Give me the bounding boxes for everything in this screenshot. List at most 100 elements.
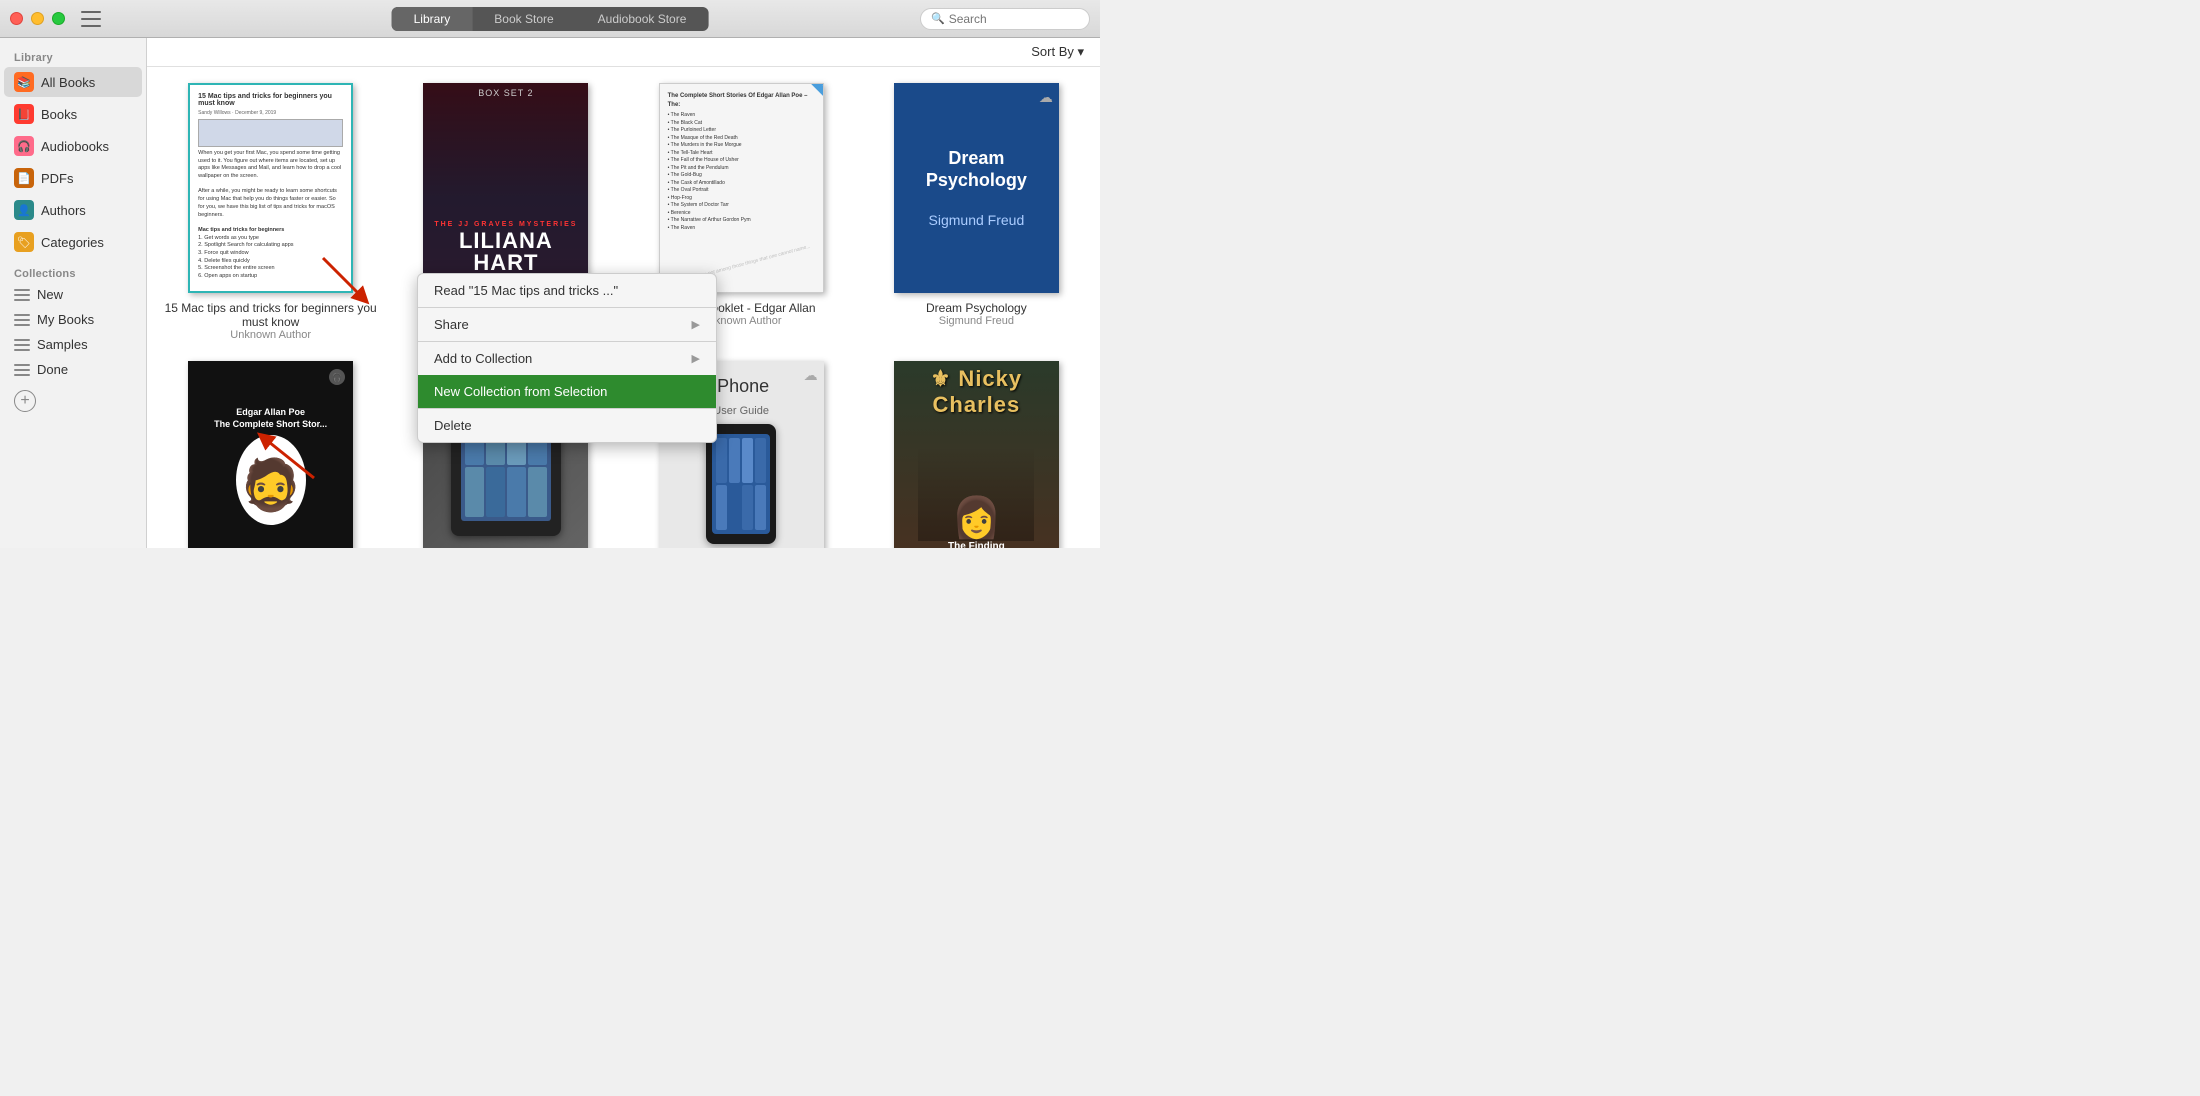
add-collection-chevron-icon: ▶ [692, 352, 700, 365]
book-cover-dream: ☁ DreamPsychology Sigmund Freud [894, 83, 1059, 293]
app-body: Library 📚 All Books 📕 Books 🎧 Audiobooks… [0, 38, 1100, 548]
dream-book-title: DreamPsychology [926, 148, 1027, 191]
iphone-screen [712, 434, 770, 534]
search-input[interactable] [949, 12, 1079, 26]
nicky-subtitle: The Finding [938, 541, 1016, 548]
maximize-button[interactable] [52, 12, 65, 25]
menu-icon[interactable] [81, 11, 101, 27]
headphone-badge: 🎧 [329, 369, 345, 385]
tab-audiobook[interactable]: Audiobook Store [576, 7, 709, 31]
sidebar-item-all-books[interactable]: 📚 All Books [4, 67, 142, 97]
book-author-dream: Sigmund Freud [939, 315, 1014, 327]
screenshot-placeholder [198, 119, 343, 147]
book-meta: Sandy Willows · December 9, 2019 [198, 110, 343, 116]
context-menu: Read "15 Mac tips and tricks ..." Share … [417, 273, 717, 443]
context-menu-share-label: Share [434, 317, 469, 332]
search-icon: 🔍 [931, 12, 945, 25]
sidebar-label-categories: Categories [41, 235, 104, 250]
categories-icon: 🏷 [14, 232, 34, 252]
collection-new[interactable]: New [4, 283, 142, 306]
new-badge: New [763, 84, 823, 144]
book-item-mac-tips[interactable]: 15 Mac tips and tricks for beginners you… [163, 83, 378, 341]
search-box[interactable]: 🔍 [920, 8, 1090, 30]
book-cover-jj: BOX SET 2 THE JJ GRAVES MYSTERIES LILIAN… [423, 83, 588, 293]
collection-done[interactable]: Done [4, 358, 142, 381]
context-menu-add-label: Add to Collection [434, 351, 532, 366]
tab-bookstore[interactable]: Book Store [472, 7, 575, 31]
audiobooks-icon: 🎧 [14, 136, 34, 156]
all-books-icon: 📚 [14, 72, 34, 92]
add-collection-button[interactable]: + [14, 390, 36, 412]
pdfs-icon: 📄 [14, 168, 34, 188]
context-menu-delete[interactable]: Delete [418, 409, 716, 442]
context-menu-read-label: Read "15 Mac tips and tricks ..." [434, 283, 618, 298]
jj-tagline: THE JJ GRAVES MYSTERIES [434, 221, 577, 228]
edgar-title-text: Edgar Allan PoeThe Complete Short Stor..… [214, 407, 327, 430]
context-menu-add-collection[interactable]: Add to Collection ▶ [418, 342, 716, 375]
book-author-mac-tips: Unknown Author [230, 329, 311, 341]
context-menu-read[interactable]: Read "15 Mac tips and tricks ..." [418, 274, 716, 307]
list-icon-new [14, 289, 30, 301]
collections-section-label: Collections [0, 258, 146, 282]
iphone-device [706, 424, 776, 544]
sidebar-label-authors: Authors [41, 203, 86, 218]
nicky-title-text: ⚜ NickyCharles [894, 366, 1059, 418]
authors-icon: 👤 [14, 200, 34, 220]
minimize-button[interactable] [31, 12, 44, 25]
list-icon-samples [14, 339, 30, 351]
jj-series: BOX SET 2 [478, 88, 533, 100]
nicky-cover-inner: ⚜ NickyCharles 👩 The Finding Law of the … [894, 361, 1059, 548]
iphone-cover-title: iPhoneUser Guide [713, 376, 769, 419]
cloud-icon-iphone: ☁ [804, 367, 818, 384]
sidebar-item-authors[interactable]: 👤 Authors [4, 195, 142, 225]
sidebar-label-books: Books [41, 107, 77, 122]
sort-by-button[interactable]: Sort By ▾ [1031, 44, 1084, 60]
sidebar-item-pdfs[interactable]: 📄 PDFs [4, 163, 142, 193]
sidebar-item-audiobooks[interactable]: 🎧 Audiobooks [4, 131, 142, 161]
books-icon: 📕 [14, 104, 34, 124]
book-item-nicky[interactable]: ⚜ NickyCharles 👩 The Finding Law of the … [869, 361, 1084, 548]
list-icon-my-books [14, 314, 30, 326]
sidebar-label-all-books: All Books [41, 75, 95, 90]
sidebar-label-pdfs: PDFs [41, 171, 74, 186]
jj-author-name: LILIANAHART [459, 230, 553, 274]
context-menu-delete-label: Delete [434, 418, 472, 433]
dream-book-author: Sigmund Freud [929, 212, 1025, 228]
nicky-subtitle-area: The Finding Law of the Lycans 3... [938, 541, 1016, 548]
context-menu-share[interactable]: Share ▶ [418, 308, 716, 341]
collection-label-done: Done [37, 362, 68, 377]
book-item-edgar[interactable]: Edgar Allan PoeThe Complete Short Stor..… [163, 361, 378, 548]
jj-cover-inner: BOX SET 2 THE JJ GRAVES MYSTERIES LILIAN… [423, 83, 588, 293]
list-icon-done [14, 364, 30, 376]
edgar-cover-inner: Edgar Allan PoeThe Complete Short Stor..… [188, 361, 353, 548]
sidebar-item-books[interactable]: 📕 Books [4, 99, 142, 129]
book-title-dream: Dream Psychology [926, 301, 1027, 315]
collection-label-new: New [37, 287, 63, 302]
collection-label-samples: Samples [37, 337, 88, 352]
edgar-portrait: 🧔 [236, 435, 306, 525]
nicky-figure: 👩 [951, 494, 1001, 541]
sidebar: Library 📚 All Books 📕 Books 🎧 Audiobooks… [0, 38, 147, 548]
content-area: Sort By ▾ 15 Mac tips and tricks for beg… [147, 38, 1100, 548]
book-cover-nicky: ⚜ NickyCharles 👩 The Finding Law of the … [894, 361, 1059, 548]
cloud-icon-dream: ☁ [1039, 89, 1053, 106]
content-toolbar: Sort By ▾ [147, 38, 1100, 67]
sidebar-label-audiobooks: Audiobooks [41, 139, 109, 154]
book-cover-digital: New The Complete Short Stories Of Edgar … [659, 83, 824, 293]
new-badge-text: New [793, 84, 823, 123]
close-button[interactable] [10, 12, 23, 25]
nicky-person: 👩 [918, 446, 1034, 541]
tab-library[interactable]: Library [392, 7, 473, 31]
collection-label-my-books: My Books [37, 312, 94, 327]
titlebar: Library Book Store Audiobook Store 🔍 [0, 0, 1100, 38]
sidebar-item-categories[interactable]: 🏷 Categories [4, 227, 142, 257]
book-inner-title: 15 Mac tips and tricks for beginners you… [198, 93, 343, 107]
red-arrow-down [318, 253, 378, 313]
context-menu-new-collection[interactable]: New Collection from Selection [418, 375, 716, 408]
nav-tabs: Library Book Store Audiobook Store [392, 7, 709, 31]
collection-samples[interactable]: Samples [4, 333, 142, 356]
book-item-dream[interactable]: ☁ DreamPsychology Sigmund Freud Dream Ps… [869, 83, 1084, 341]
context-menu-new-label: New Collection from Selection [434, 384, 607, 399]
collection-my-books[interactable]: My Books [4, 308, 142, 331]
book-cover-edgar: Edgar Allan PoeThe Complete Short Stor..… [188, 361, 353, 548]
